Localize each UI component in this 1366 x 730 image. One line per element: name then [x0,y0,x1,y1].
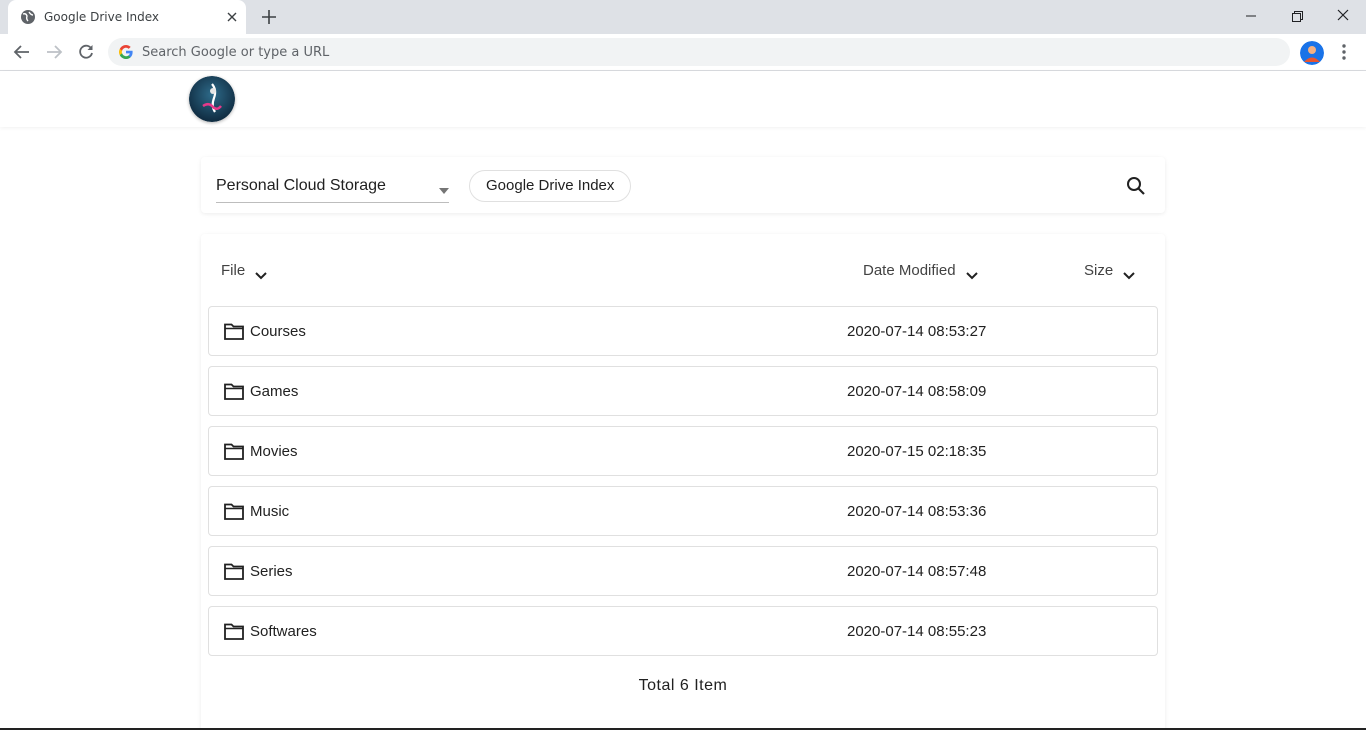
item-name: Softwares [250,623,317,640]
folder-icon [224,623,244,640]
item-date: 2020-07-14 08:53:36 [847,503,987,520]
chevron-down-icon [965,267,978,279]
browser-menu-icon[interactable] [1336,42,1352,62]
item-date: 2020-07-14 08:58:09 [847,383,987,400]
browser-tabstrip: Google Drive Index [0,0,1366,34]
chevron-down-icon [255,267,267,279]
close-tab-icon[interactable] [224,9,240,25]
item-date: 2020-07-15 02:18:35 [847,443,987,460]
folder-icon [224,563,244,580]
globe-icon [20,9,36,25]
tab-title: Google Drive Index [44,10,159,24]
folder-icon [224,443,244,460]
drive-select[interactable]: Personal Cloud Storage [216,167,449,203]
search-icon[interactable] [1125,175,1147,197]
breadcrumb[interactable]: Google Drive Index [469,170,632,202]
google-icon [118,44,134,60]
list-item[interactable]: Softwares 2020-07-14 08:55:23 [208,606,1158,656]
reload-icon[interactable] [76,42,96,62]
file-list-card: File Date Modified Size Courses 2020-07-… [201,234,1165,730]
restore-icon[interactable] [1287,6,1307,26]
browser-toolbar: Search Google or type a URL [0,34,1366,71]
sort-date-header[interactable]: Date Modified [863,262,978,279]
list-item[interactable]: Music 2020-07-14 08:53:36 [208,486,1158,536]
list-item[interactable]: Courses 2020-07-14 08:53:27 [208,306,1158,356]
folder-icon [224,323,244,340]
sort-file-header[interactable]: File [221,262,267,279]
forward-icon[interactable] [44,42,64,62]
back-icon[interactable] [12,42,32,62]
minimize-icon[interactable] [1241,6,1261,26]
column-date-label: Date Modified [863,262,956,279]
column-size-label: Size [1084,262,1114,279]
list-item[interactable]: Games 2020-07-14 08:58:09 [208,366,1158,416]
new-tab-icon[interactable] [260,8,278,26]
item-name: Music [250,503,290,520]
item-date: 2020-07-14 08:53:27 [847,323,987,340]
page-content: Personal Cloud Storage Google Drive Inde… [0,71,1366,730]
list-item[interactable]: Series 2020-07-14 08:57:48 [208,546,1158,596]
drive-select-value: Personal Cloud Storage [216,177,386,194]
column-file-label: File [221,262,246,279]
chevron-down-icon [1123,267,1135,279]
address-bar[interactable]: Search Google or type a URL [108,38,1290,66]
item-date: 2020-07-14 08:55:23 [847,623,987,640]
folder-icon [224,383,244,400]
folder-icon [224,503,244,520]
close-window-icon[interactable] [1333,6,1353,26]
drive-header-card: Personal Cloud Storage Google Drive Inde… [201,157,1165,213]
list-item[interactable]: Movies 2020-07-15 02:18:35 [208,426,1158,476]
sort-size-header[interactable]: Size [1084,262,1135,279]
site-logo[interactable] [189,76,235,122]
profile-avatar[interactable] [1300,41,1324,65]
item-name: Games [250,383,299,400]
item-date: 2020-07-14 08:57:48 [847,563,987,580]
browser-tab[interactable]: Google Drive Index [8,0,246,34]
item-name: Movies [250,443,298,460]
caret-down-icon [439,181,449,194]
total-count: Total 6 Item [638,677,728,694]
item-name: Courses [250,323,306,340]
item-name: Series [250,563,293,580]
address-placeholder: Search Google or type a URL [142,45,330,60]
app-bar [0,71,1366,127]
